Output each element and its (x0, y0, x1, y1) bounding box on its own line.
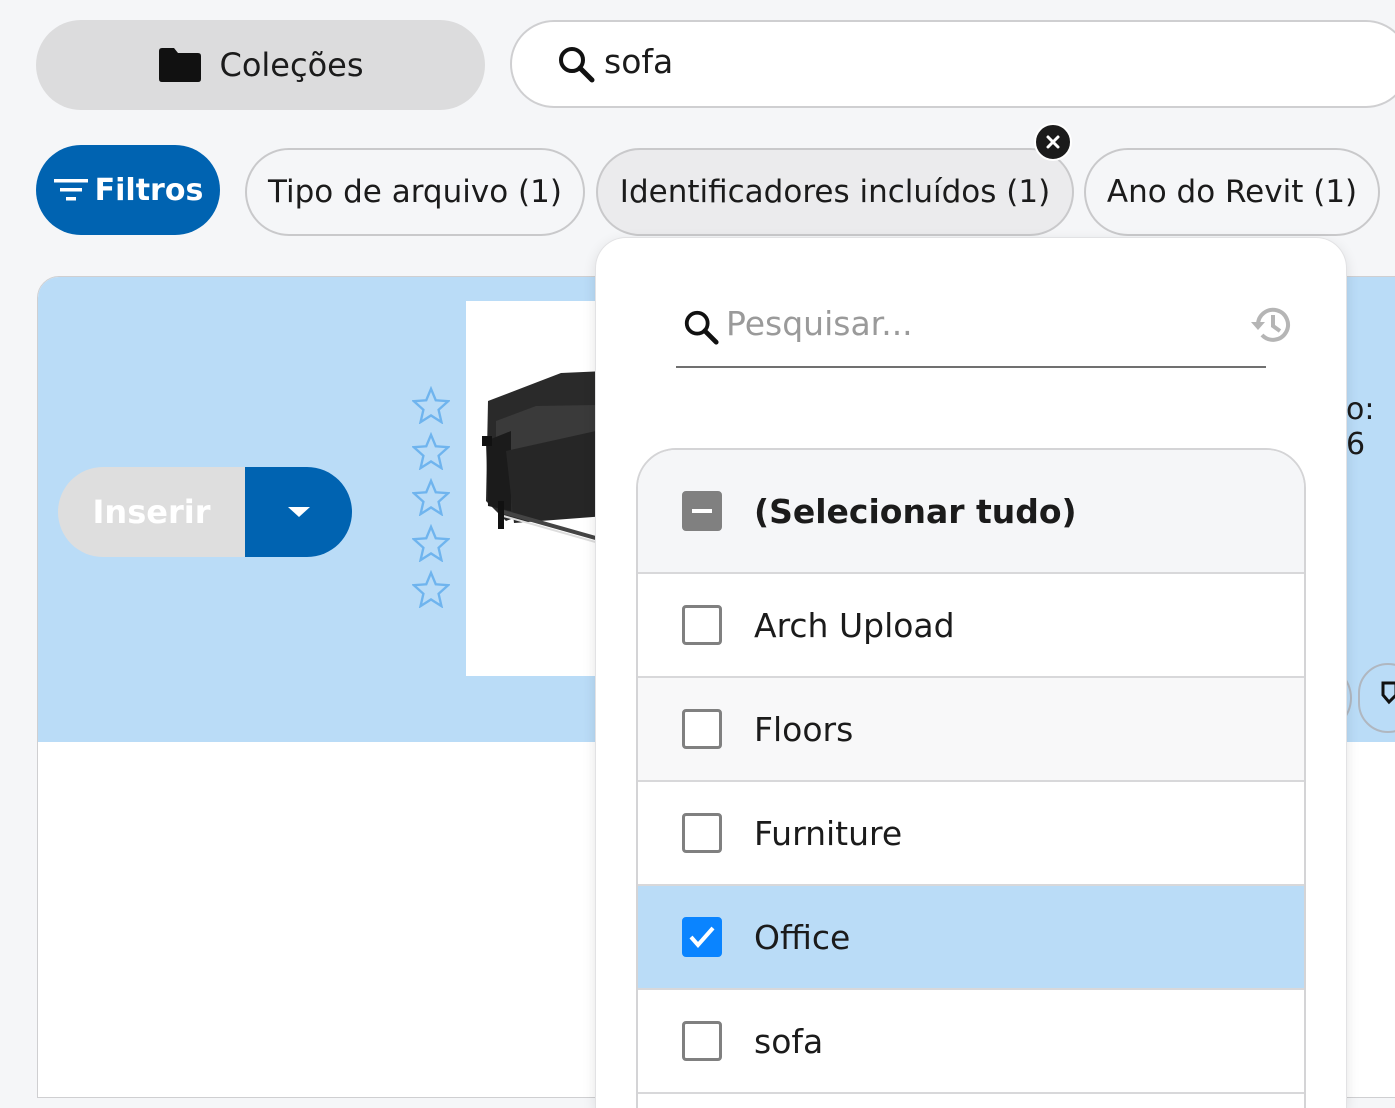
item-label: Floors (754, 709, 854, 749)
list-item[interactable]: Arch Upload (638, 574, 1304, 678)
select-all-label: (Selecionar tudo) (754, 491, 1077, 531)
collections-button[interactable]: Coleções (36, 20, 485, 110)
item-thumbnail[interactable] (466, 301, 606, 676)
chip-included-identifiers[interactable]: Identificadores incluídos (1) (596, 148, 1074, 236)
item-checkbox[interactable] (682, 1021, 722, 1061)
item-label: sofa (754, 1021, 824, 1061)
clear-filter-button[interactable] (1034, 123, 1072, 161)
close-icon (1046, 135, 1060, 149)
filters-label: Filtros (94, 172, 204, 208)
star-icon[interactable] (412, 478, 450, 516)
list-item[interactable]: Floors (638, 678, 1304, 782)
list-item[interactable]: sofa (638, 990, 1304, 1094)
item-label: Arch Upload (754, 605, 955, 645)
chip-label: Tipo de arquivo (1) (268, 174, 562, 210)
select-all-row[interactable]: (Selecionar tudo) (638, 450, 1304, 574)
folder-icon (159, 48, 202, 82)
search-icon (684, 310, 719, 345)
item-label: Furniture (754, 813, 903, 853)
item-label: Office (754, 917, 851, 957)
item-checkbox[interactable] (682, 605, 722, 645)
select-all-checkbox[interactable] (682, 491, 722, 531)
caret-down-icon (287, 507, 310, 517)
tag-icon (1381, 681, 1395, 705)
dropdown-search-input[interactable]: Pesquisar... (676, 294, 1266, 368)
filter-icon (53, 179, 88, 201)
history-icon[interactable] (1248, 304, 1294, 346)
chip-revit-year[interactable]: Ano do Revit (1) (1084, 148, 1380, 236)
collections-label: Coleções (219, 46, 364, 84)
minus-icon (692, 509, 712, 513)
insert-menu-button[interactable] (245, 467, 352, 557)
sofa-image (482, 371, 606, 546)
star-icon[interactable] (412, 524, 450, 562)
search-icon (559, 47, 595, 83)
star-icon[interactable] (412, 432, 450, 470)
search-placeholder: Pesquisar... (726, 304, 913, 343)
chip-label: Ano do Revit (1) (1106, 174, 1358, 210)
item-checkbox[interactable] (682, 813, 722, 853)
insert-split-button[interactable]: Inserir (58, 467, 352, 557)
rating[interactable] (412, 386, 452, 616)
identifiers-dropdown: Pesquisar... (Selecionar tudo) Arch Uplo… (596, 238, 1346, 1108)
item-checkbox[interactable] (682, 917, 722, 957)
search-value: sofa (604, 42, 674, 81)
insert-button[interactable]: Inserir (58, 467, 245, 557)
item-checkbox[interactable] (682, 709, 722, 749)
search-input[interactable]: sofa (510, 20, 1395, 108)
chip-label: Identificadores incluídos (1) (619, 174, 1051, 210)
star-icon[interactable] (412, 570, 450, 608)
insert-label: Inserir (92, 493, 211, 531)
identifiers-list: (Selecionar tudo) Arch Upload Floors Fur… (636, 448, 1306, 1108)
filters-button[interactable]: Filtros (36, 145, 220, 235)
checkmark-icon (689, 926, 715, 949)
list-item[interactable]: Furniture (638, 782, 1304, 886)
list-item[interactable]: Office (638, 886, 1304, 990)
card-edge-text: o: 6 (1346, 392, 1375, 462)
chip-file-type[interactable]: Tipo de arquivo (1) (245, 148, 585, 236)
star-icon[interactable] (412, 386, 450, 424)
